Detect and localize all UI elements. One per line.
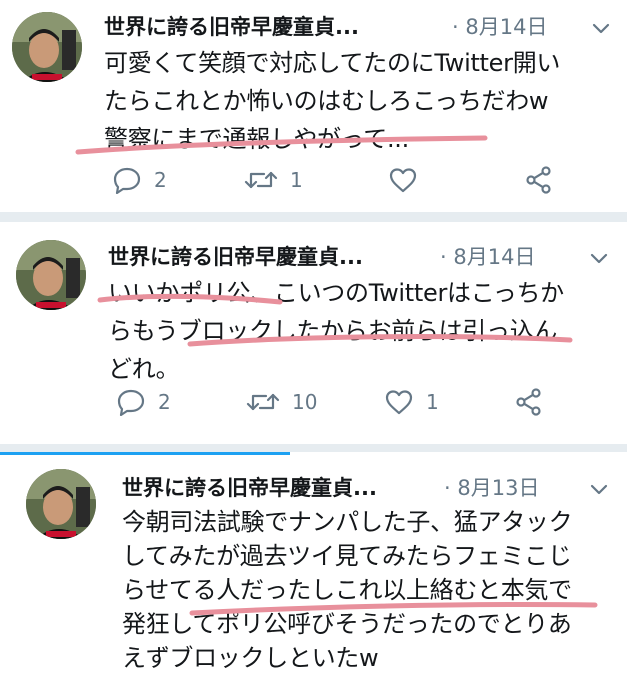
date-separator: · (444, 476, 451, 500)
tweet-text-line: 警察にまで通報しやがって... (104, 125, 409, 153)
tweet-text: いいかポリ公、こいつのTwitterはこっちか らもうブロックしたからお前らは引… (108, 274, 564, 388)
tweet-text-line: 今朝司法試験でナンパした子、猛アタック (122, 508, 573, 536)
retweet-button[interactable]: 10 (246, 382, 317, 422)
tweet-meta: · 8月14日 (440, 244, 535, 270)
heart-icon (389, 168, 417, 193)
reply-button[interactable]: 2 (116, 382, 171, 422)
tweet-text-line: してみたが過去ツイ見てみたらフェミこじ (122, 542, 572, 570)
chevron-down-icon[interactable] (588, 479, 610, 501)
reply-button[interactable]: 2 (112, 160, 167, 200)
tweet-meta: · 8月13日 (444, 475, 539, 501)
tweet-1[interactable]: 世界に誇る旧帝早慶童貞... · 8月14日 可愛くて笑顔で対応してたのにTwi… (0, 0, 627, 212)
avatar[interactable] (26, 469, 96, 539)
avatar[interactable] (12, 12, 82, 82)
tweet-divider (0, 444, 627, 452)
tweet-text-line: いいかポリ公、こいつのTwitterはこっちか (108, 279, 564, 307)
chevron-down-icon[interactable] (588, 248, 610, 270)
retweet-icon (244, 171, 278, 189)
tweet-date[interactable]: 8月14日 (453, 245, 535, 269)
reply-count: 2 (154, 168, 167, 192)
like-button[interactable]: 1 (384, 382, 439, 422)
tweet-text-line: えずブロックしといたw (122, 644, 379, 672)
like-button[interactable] (388, 160, 430, 200)
chevron-down-icon[interactable] (590, 18, 612, 40)
tweet-text-line: らもうブロックしたからお前らは引っ込ん (108, 317, 558, 345)
share-button[interactable] (524, 160, 554, 200)
tweet-date[interactable]: 8月14日 (465, 15, 547, 39)
display-name[interactable]: 世界に誇る旧帝早慶童貞... (104, 14, 359, 40)
tweet-date[interactable]: 8月13日 (457, 476, 539, 500)
reply-count: 2 (158, 390, 171, 414)
tweet-2[interactable]: 世界に誇る旧帝早慶童貞... · 8月14日 いいかポリ公、こいつのTwitte… (0, 222, 627, 444)
retweet-count: 1 (290, 168, 303, 192)
display-name[interactable]: 世界に誇る旧帝早慶童貞... (108, 244, 363, 270)
tweet-text-line: 可愛くて笑顔で対応してたのにTwitter開い (104, 49, 561, 77)
share-icon (516, 388, 541, 416)
avatar[interactable] (16, 240, 86, 310)
tweet-text-line: たらこれとか怖いのはむしろこっちだわw (104, 87, 549, 115)
tweet-text-line: らせてる人だったしこれ以上絡むと本気で (122, 576, 572, 604)
tweet-actions: 2 10 1 (108, 382, 588, 422)
reply-icon (113, 167, 141, 194)
date-separator: · (452, 15, 459, 39)
reply-icon (117, 389, 145, 416)
tweet-text: 可愛くて笑顔で対応してたのにTwitter開い たらこれとか怖いのはむしろこっち… (104, 44, 560, 158)
retweet-count: 10 (292, 390, 318, 414)
like-count: 1 (426, 390, 439, 414)
tweet-meta: · 8月14日 (452, 14, 547, 40)
display-name[interactable]: 世界に誇る旧帝早慶童貞... (122, 475, 377, 501)
heart-icon (385, 390, 413, 415)
share-icon (526, 166, 551, 194)
retweet-button[interactable]: 1 (244, 160, 303, 200)
share-button[interactable] (514, 382, 544, 422)
date-separator: · (440, 245, 447, 269)
tweet-actions: 2 1 (104, 160, 584, 200)
tweet-text-line: 発狂してポリ公呼びそうだったのでとりあ (122, 610, 572, 638)
tweet-3[interactable]: 世界に誇る旧帝早慶童貞... · 8月13日 今朝司法試験でナンパした子、猛アタ… (0, 455, 627, 680)
retweet-icon (246, 393, 280, 411)
tweet-text: 今朝司法試験でナンパした子、猛アタック してみたが過去ツイ見てみたらフェミこじ … (122, 505, 573, 675)
tweet-divider (0, 212, 627, 222)
